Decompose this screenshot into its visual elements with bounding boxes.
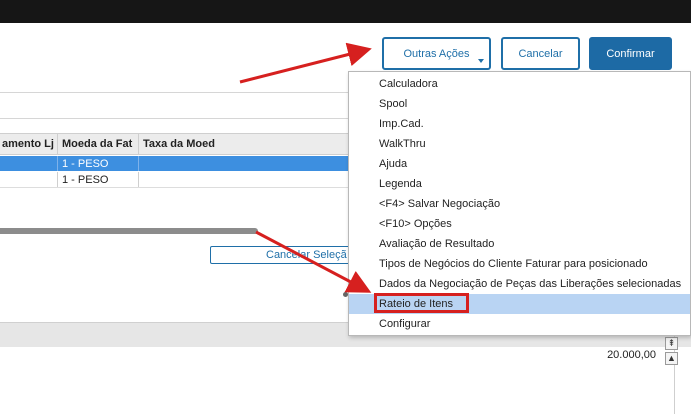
grid-header: amento Lj Moeda da Fat Taxa da Moed — [0, 133, 360, 155]
menu-item-configurar[interactable]: Configurar — [349, 314, 690, 334]
highlight-box — [374, 293, 469, 313]
caret-down-icon — [478, 59, 484, 63]
column-divider — [57, 134, 58, 154]
menu-item-walkthru[interactable]: WalkThru — [349, 134, 690, 154]
menu-item-imp-cad[interactable]: Imp.Cad. — [349, 114, 690, 134]
confirmar-button[interactable]: Confirmar — [589, 37, 672, 70]
menu-item-dados-negociacao[interactable]: Dados da Negociação de Peças das Liberaç… — [349, 274, 690, 294]
cancelar-selecao-button[interactable]: Cancelar Seleçã — [210, 246, 370, 264]
cancelar-selecao-label: Cancelar Seleçã — [266, 249, 347, 261]
menu-item-calculadora[interactable]: Calculadora — [349, 74, 690, 94]
table-cell: 1 - PESO — [62, 158, 109, 170]
outras-acoes-button[interactable]: Outras Ações — [382, 37, 491, 70]
column-divider — [57, 156, 58, 171]
table-row[interactable]: 1 - PESO — [0, 172, 360, 188]
value-display: 20.000,00 — [607, 349, 656, 361]
column-divider — [138, 134, 139, 154]
column-header[interactable]: amento Lj — [2, 138, 54, 150]
outras-acoes-menu: Calculadora Spool Imp.Cad. WalkThru Ajud… — [348, 71, 691, 336]
menu-item-rateio-itens[interactable]: Rateio de Itens — [349, 293, 690, 314]
cancelar-button[interactable]: Cancelar — [501, 37, 580, 70]
column-header[interactable]: Taxa da Moed — [143, 138, 215, 150]
confirmar-label: Confirmar — [606, 47, 655, 60]
menu-item-ajuda[interactable]: Ajuda — [349, 154, 690, 174]
menu-item-tipos-negocios[interactable]: Tipos de Negócios do Cliente Faturar par… — [349, 254, 690, 274]
scroll-up-icon[interactable]: ▲ — [665, 352, 678, 365]
menu-item-legenda[interactable]: Legenda — [349, 174, 690, 194]
cancelar-label: Cancelar — [518, 47, 563, 60]
menu-item-salvar-negociacao[interactable]: <F4> Salvar Negociação — [349, 194, 690, 214]
menu-item-opcoes[interactable]: <F10> Opções — [349, 214, 690, 234]
top-bar — [0, 0, 691, 23]
scroll-top-icon[interactable]: ⇞ — [665, 337, 678, 350]
column-divider — [138, 172, 139, 187]
outras-acoes-label: Outras Ações — [403, 47, 470, 60]
horizontal-scrollbar[interactable] — [0, 228, 258, 234]
column-divider — [138, 156, 139, 171]
separator-line — [0, 92, 380, 93]
separator-line — [0, 118, 380, 119]
menu-item-avaliacao-resultado[interactable]: Avaliação de Resultado — [349, 234, 690, 254]
column-divider — [57, 172, 58, 187]
column-header[interactable]: Moeda da Fat — [62, 138, 132, 150]
table-cell: 1 - PESO — [62, 174, 109, 186]
table-row[interactable]: 1 - PESO — [0, 156, 360, 171]
menu-item-spool[interactable]: Spool — [349, 94, 690, 114]
